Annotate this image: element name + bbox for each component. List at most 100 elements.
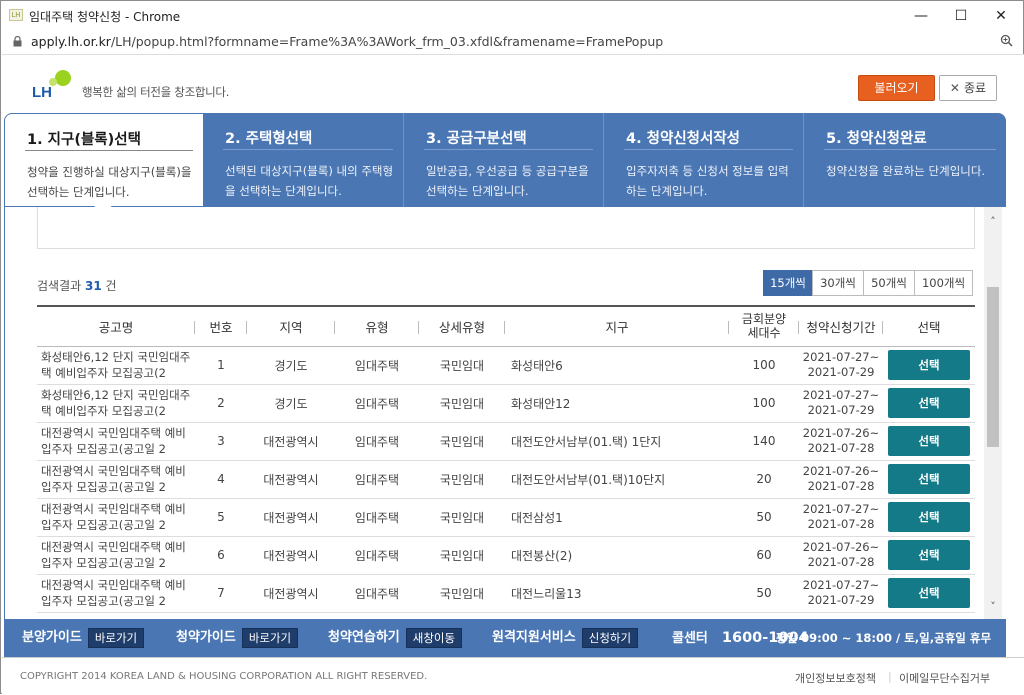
scroll-thumb[interactable] xyxy=(987,287,999,447)
select-button[interactable]: 선택 xyxy=(888,426,970,456)
row-number: 7 xyxy=(195,574,247,613)
row-units: 20 xyxy=(729,460,799,499)
search-panel xyxy=(37,207,975,249)
guide-bar: 분양가이드 바로가기 청약가이드 바로가기 청약연습하기 새창이동 원격지원서비스 신청… xyxy=(4,619,1006,657)
exit-button[interactable]: ✕ 종료 xyxy=(939,75,997,101)
row-type: 임대주택 xyxy=(335,574,419,613)
notice-name: 대전광역시 국민임대주택 예비입주자 모집공고(공고일 2 xyxy=(37,460,195,499)
row-type: 임대주택 xyxy=(335,536,419,575)
email-refusal-link[interactable]: 이메일무단수집거부 xyxy=(899,670,990,686)
row-region: 대전광역시 xyxy=(247,536,335,575)
row-period: 2021-07-27~ 2021-07-29 xyxy=(799,574,883,613)
page-size-100[interactable]: 100개씩 xyxy=(914,270,973,296)
step-desc: 청약을 진행하실 대상지구(블록)을 선택하는 단계입니다. xyxy=(27,165,192,199)
step-progress: 1. 지구(블록)선택 청약을 진행하실 대상지구(블록)을 선택하는 단계입니… xyxy=(4,113,1006,207)
privacy-policy-link[interactable]: 개인정보보호정책 xyxy=(795,670,876,686)
row-period: 2021-07-26~ 2021-07-28 xyxy=(799,422,883,461)
slogan: 행복한 삶의 터전을 창조합니다. xyxy=(82,85,230,99)
row-number: 1 xyxy=(195,346,247,385)
footer: COPYRIGHT 2014 KOREA LAND & HOUSING CORP… xyxy=(2,657,1024,695)
row-number: 3 xyxy=(195,422,247,461)
guide-remote-link[interactable]: 신청하기 xyxy=(581,627,639,648)
table-row: 대전광역시 국민임대주택 예비입주자 모집공고(공고일 2 3 대전광역시 임대주택 국… xyxy=(37,422,975,461)
address-bar[interactable]: apply.lh.or.kr/LH/popup.html?formname=Fr… xyxy=(1,31,1023,53)
table-row: 대전광역시 국민임대주택 예비입주자 모집공고(공고일 2 5 대전광역시 임대주택 국… xyxy=(37,498,975,537)
row-units: 50 xyxy=(729,574,799,613)
step-3: 3. 공급구분선택 일반공급, 우선공급 등 공급구분을 선택하는 단계입니다. xyxy=(403,113,603,207)
row-region: 대전광역시 xyxy=(247,498,335,537)
row-period: 2021-07-26~ 2021-07-28 xyxy=(799,536,883,575)
col-header-district: 지구 xyxy=(505,305,729,347)
guide-apply-link[interactable]: 바로가기 xyxy=(241,627,299,648)
select-button[interactable]: 선택 xyxy=(888,502,970,532)
close-icon: ✕ xyxy=(949,81,960,95)
page-size-15[interactable]: 15개씩 xyxy=(763,270,813,296)
zoom-icon[interactable] xyxy=(1000,34,1013,47)
footer-separator: | xyxy=(888,670,892,683)
table-row: 대전광역시 국민임대주택 예비입주자 모집공고(공고일 2 4 대전광역시 임대주택 국… xyxy=(37,460,975,499)
window-close-button[interactable]: ✕ xyxy=(986,3,1016,29)
minimize-button[interactable]: — xyxy=(906,3,936,29)
row-subtype: 국민임대 xyxy=(419,536,505,575)
row-number: 5 xyxy=(195,498,247,537)
page-size-30[interactable]: 30개씩 xyxy=(812,270,864,296)
row-region: 대전광역시 xyxy=(247,422,335,461)
notice-name: 화성태안6,12 단지 국민임대주택 예비입주자 모집공고(2 xyxy=(37,384,195,423)
row-select-cell: 선택 xyxy=(883,536,975,575)
url-text[interactable]: apply.lh.or.kr/LH/popup.html?formname=Fr… xyxy=(31,34,663,49)
url-host: apply.lh.or.kr xyxy=(31,34,111,49)
load-button[interactable]: 불러오기 xyxy=(858,75,935,101)
row-subtype: 국민임대 xyxy=(419,460,505,499)
step-desc: 일반공급, 우선공급 등 공급구분을 선택하는 단계입니다. xyxy=(426,164,589,198)
lh-favicon-icon: LH xyxy=(9,9,23,21)
select-button[interactable]: 선택 xyxy=(888,540,970,570)
select-button[interactable]: 선택 xyxy=(888,578,970,608)
guide-sale-link[interactable]: 바로가기 xyxy=(87,627,145,648)
guide-apply: 청약가이드 바로가기 xyxy=(176,619,299,657)
row-units: 50 xyxy=(729,498,799,537)
table-row: 대전광역시 국민임대주택 예비입주자 모집공고(공고일 2 6 대전광역시 임대주택 국… xyxy=(37,536,975,575)
select-button[interactable]: 선택 xyxy=(888,464,970,494)
col-header-region: 지역 xyxy=(247,305,335,347)
select-button[interactable]: 선택 xyxy=(888,388,970,418)
col-header-name: 공고명 xyxy=(37,305,195,347)
step-1: 1. 지구(블록)선택 청약을 진행하실 대상지구(블록)을 선택하는 단계입니… xyxy=(5,114,203,206)
page-size-selector: 15개씩 30개씩 50개씩 100개씩 xyxy=(763,270,973,296)
row-region: 대전광역시 xyxy=(247,574,335,613)
content-scrollbar[interactable]: ˄ ˅ xyxy=(984,207,1002,619)
row-district: 대전삼성1 xyxy=(505,498,729,537)
url-path: /LH/popup.html?formname=Frame%3A%3AWork_… xyxy=(110,34,664,49)
select-button[interactable]: 선택 xyxy=(888,350,970,380)
scroll-up-icon[interactable]: ˄ xyxy=(984,215,1002,228)
scroll-down-icon[interactable]: ˅ xyxy=(984,600,1002,613)
row-select-cell: 선택 xyxy=(883,498,975,537)
row-district: 대전도안서남부(01.택) 1단지 xyxy=(505,422,729,461)
step-title: 4. 청약신청서작성 xyxy=(626,131,741,147)
notice-name: 대전광역시 국민임대주택 예비입주자 모집공고(공고일 2 xyxy=(37,536,195,575)
row-units: 100 xyxy=(729,384,799,423)
result-count: 31 xyxy=(85,279,102,293)
page-size-50[interactable]: 50개씩 xyxy=(863,270,915,296)
guide-practice: 청약연습하기 새창이동 xyxy=(328,619,463,657)
row-district: 대전도안서남부(01.택)10단지 xyxy=(505,460,729,499)
call-hours: 평일 09:00 ~ 18:00 / 토,일,공휴일 휴무 xyxy=(776,631,992,645)
step-title: 5. 청약신청완료 xyxy=(826,131,927,147)
lock-icon xyxy=(13,36,22,47)
exit-label: 종료 xyxy=(963,81,987,95)
row-district: 대전봉산(2) xyxy=(505,536,729,575)
row-subtype: 국민임대 xyxy=(419,384,505,423)
row-units: 60 xyxy=(729,536,799,575)
step-title: 2. 주택형선택 xyxy=(225,131,313,147)
row-district: 화성태안6 xyxy=(505,346,729,385)
notice-table: 공고명 번호 지역 유형 상세유형 지구 금회분양 세대수 청약신청기간 선택 화… xyxy=(37,305,975,613)
row-subtype: 국민임대 xyxy=(419,574,505,613)
row-type: 임대주택 xyxy=(335,498,419,537)
row-type: 임대주택 xyxy=(335,422,419,461)
window-title: 임대주택 청약신청 - Chrome xyxy=(29,10,181,24)
guide-practice-link[interactable]: 새창이동 xyxy=(405,627,463,648)
guide-sale: 분양가이드 바로가기 xyxy=(22,619,145,657)
result-count-label: 검색결과 31 건 xyxy=(37,279,117,293)
content-area: 검색결과 31 건 15개씩 30개씩 50개씩 100개씩 공고명 번호 지역… xyxy=(4,207,984,619)
maximize-button[interactable]: ☐ xyxy=(946,3,976,29)
row-select-cell: 선택 xyxy=(883,422,975,461)
